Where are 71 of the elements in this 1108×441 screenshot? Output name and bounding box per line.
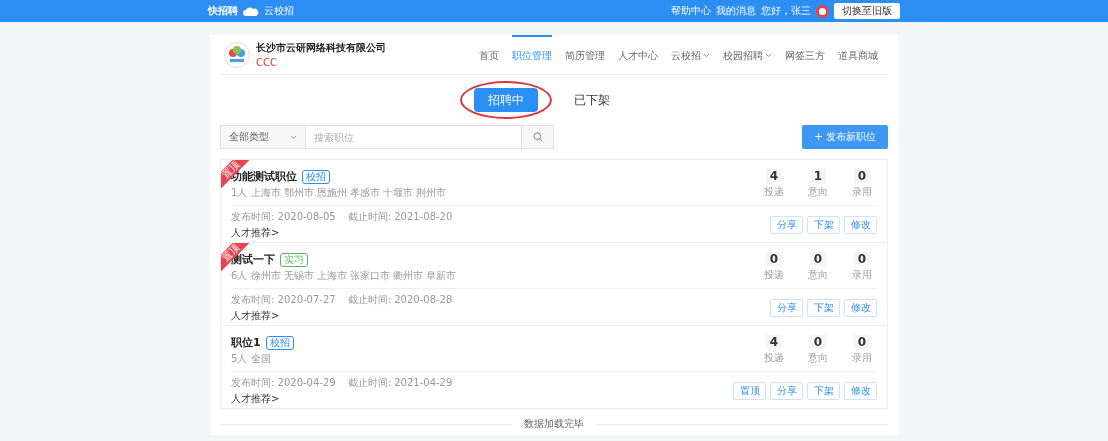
stat-value: 0 bbox=[809, 335, 827, 349]
greeting-text: 您好，张三 bbox=[761, 4, 811, 18]
job-action-button[interactable]: 下架 bbox=[807, 298, 840, 317]
deadline-date: 截止时间: 2020-08-28 bbox=[347, 293, 453, 307]
top-link[interactable]: 帮助中心 bbox=[671, 4, 711, 18]
stat-label: 投递 bbox=[764, 185, 784, 199]
job-action-button[interactable]: 修改 bbox=[844, 381, 877, 400]
stat-label: 录用 bbox=[852, 351, 872, 365]
stat-label: 投递 bbox=[764, 268, 784, 282]
stat-label: 意向 bbox=[808, 268, 828, 282]
cloud-icon bbox=[243, 6, 259, 16]
nav-link[interactable]: 网签三方 bbox=[785, 35, 825, 74]
sub-logo-text: 云校招 bbox=[264, 4, 294, 18]
nav-link[interactable]: 首页 bbox=[479, 35, 499, 74]
top-link[interactable]: 我的消息 bbox=[716, 4, 756, 18]
job-action-button[interactable]: 下架 bbox=[807, 381, 840, 400]
publish-date: 发布时间: 2020-04-29 bbox=[231, 376, 336, 390]
avatar-icon[interactable] bbox=[816, 4, 829, 18]
job-action-button[interactable]: 修改 bbox=[844, 215, 877, 234]
stat-label: 意向 bbox=[808, 351, 828, 365]
talent-recommend-link[interactable]: 人才推荐> bbox=[231, 226, 280, 239]
job-action-button[interactable]: 下架 bbox=[807, 215, 840, 234]
logo-text: 快招聘 bbox=[208, 4, 238, 18]
stat-value: 0 bbox=[853, 169, 871, 183]
job-details: 5人 全国 bbox=[231, 352, 271, 366]
nav-link[interactable]: 职位管理 bbox=[512, 35, 552, 74]
switch-version-button[interactable]: 切换至旧版 bbox=[834, 3, 900, 19]
stat-label: 投递 bbox=[764, 351, 784, 365]
stat-value: 0 bbox=[809, 252, 827, 266]
talent-recommend-link[interactable]: 人才推荐> bbox=[231, 392, 280, 405]
job-type-tag: 校招 bbox=[302, 169, 330, 184]
company-name: 长沙市云研网络科技有限公司 bbox=[256, 41, 386, 55]
search-field[interactable]: 搜索职位 bbox=[306, 125, 554, 149]
publish-job-button[interactable]: + 发布新职位 bbox=[802, 125, 888, 149]
nav-link[interactable]: 校园招聘 bbox=[723, 35, 772, 74]
stat-label: 意向 bbox=[808, 185, 828, 199]
nav-link[interactable]: 人才中心 bbox=[618, 35, 658, 74]
publish-date: 发布时间: 2020-07-27 bbox=[231, 293, 336, 307]
nav-link[interactable]: 道具商城 bbox=[838, 35, 878, 74]
job-action-button[interactable]: 分享 bbox=[770, 298, 803, 317]
search-icon bbox=[532, 132, 543, 142]
publish-date: 发布时间: 2020-08-05 bbox=[231, 210, 336, 224]
job-type-tag: 实习 bbox=[280, 252, 308, 267]
deadline-date: 截止时间: 2021-08-20 bbox=[347, 210, 453, 224]
talent-recommend-link[interactable]: 人才推荐> bbox=[231, 309, 280, 322]
nav-link[interactable]: 云校招 bbox=[671, 35, 710, 74]
stat-value: 4 bbox=[765, 169, 783, 183]
job-action-button[interactable]: 分享 bbox=[770, 215, 803, 234]
stat-label: 录用 bbox=[852, 268, 872, 282]
stat-value: 0 bbox=[853, 252, 871, 266]
job-title[interactable]: 职位1 bbox=[231, 335, 261, 350]
chevron-down-icon bbox=[290, 134, 297, 140]
type-select[interactable]: 全部类型 bbox=[220, 125, 306, 149]
account-name: CCC bbox=[256, 57, 278, 68]
stat-value: 0 bbox=[765, 252, 783, 266]
status-tab[interactable]: 招聘中 bbox=[474, 88, 538, 112]
job-action-button[interactable]: 分享 bbox=[770, 381, 803, 400]
nav-link[interactable]: 简历管理 bbox=[565, 35, 605, 74]
stat-value: 4 bbox=[765, 335, 783, 349]
load-complete-text: 数据加载完毕 bbox=[524, 417, 584, 431]
deadline-date: 截止时间: 2021-04-29 bbox=[347, 376, 453, 390]
job-details: 6人 徐州市 无锡市 上海市 张家口市 衢州市 阜新市 bbox=[231, 269, 457, 283]
job-details: 1人 上海市 鄂州市 恩施州 孝感市 十堰市 荆州市 bbox=[231, 186, 447, 200]
job-type-tag: 校招 bbox=[265, 335, 294, 350]
stat-value: 0 bbox=[853, 335, 871, 349]
company-logo-icon bbox=[224, 41, 250, 68]
stat-value: 1 bbox=[809, 169, 827, 183]
stat-label: 录用 bbox=[852, 185, 872, 199]
status-tab[interactable]: 已下架 bbox=[560, 88, 624, 112]
job-action-button[interactable]: 置顶 bbox=[733, 381, 766, 400]
job-action-button[interactable]: 修改 bbox=[844, 298, 877, 317]
